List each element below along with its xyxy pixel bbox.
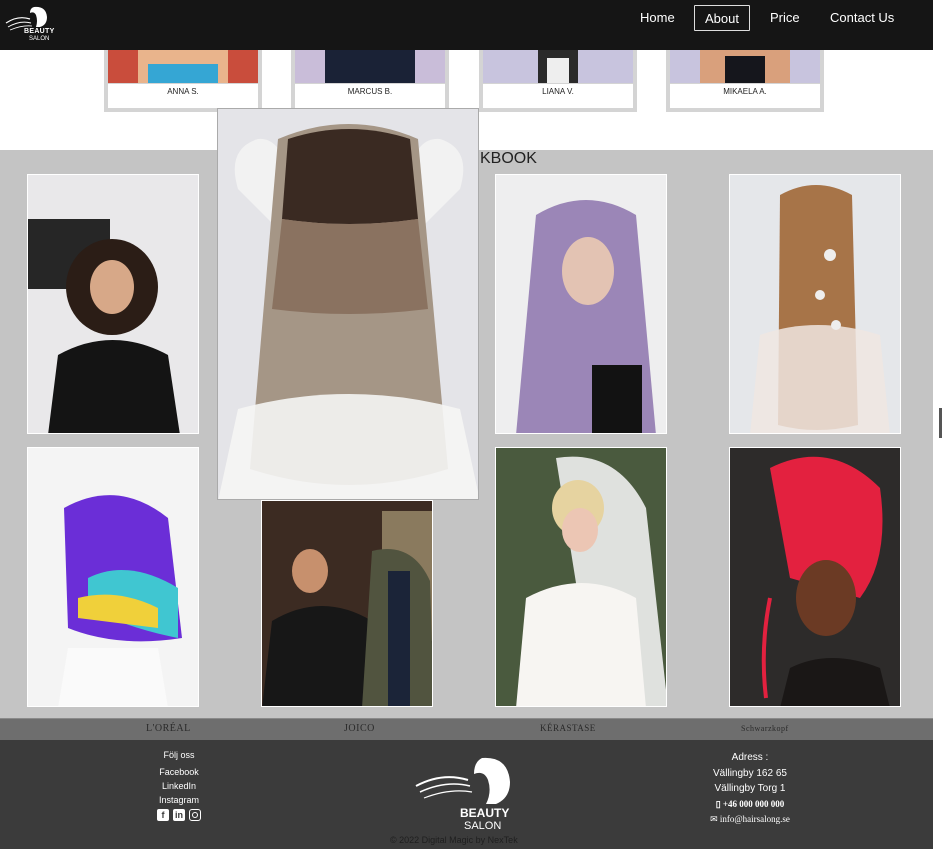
gallery-image-curly-hair[interactable] bbox=[27, 174, 199, 434]
gallery-image-lavender-hair[interactable] bbox=[495, 174, 667, 434]
lookbook-title: KBOOK bbox=[480, 150, 537, 167]
team-card[interactable]: MARCUS B. bbox=[291, 50, 449, 112]
brand-loreal: L'ORÉAL bbox=[146, 723, 191, 734]
brand-schwarzkopf: Schwarzkopf bbox=[741, 724, 789, 733]
gallery-image-barber[interactable] bbox=[261, 500, 433, 707]
team-member-name: MIKAELA A. bbox=[670, 84, 820, 108]
mail-icon: ✉ bbox=[710, 814, 718, 824]
team-member-name: LIANA V. bbox=[483, 84, 633, 108]
social-icons: f in bbox=[129, 809, 229, 821]
team-card[interactable]: LIANA V. bbox=[479, 50, 637, 112]
phone-number: +46 000 000 000 bbox=[722, 799, 785, 809]
team-photo bbox=[295, 50, 445, 83]
salon-logo[interactable]: BEAUTY SALON bbox=[4, 3, 55, 43]
team-card[interactable]: ANNA S. bbox=[104, 50, 262, 112]
gallery-image-rainbow-hair[interactable] bbox=[27, 447, 199, 707]
phone-icon: ▯ bbox=[715, 799, 721, 809]
social-link-linkedin[interactable]: LinkedIn bbox=[129, 779, 229, 793]
gallery-image-bride[interactable] bbox=[495, 447, 667, 707]
logo-text-salon: SALON bbox=[29, 36, 50, 42]
address-title: Adress : bbox=[731, 752, 769, 763]
nav-contact-us[interactable]: Contact Us bbox=[820, 5, 904, 31]
brand-logos-strip: L'ORÉAL JOICO KÉRASTASE Schwarzkopf bbox=[0, 718, 933, 741]
logo-text-beauty: BEAUTY bbox=[24, 28, 55, 35]
address-line1: Vällingby 162 65 bbox=[713, 768, 787, 779]
team-photo bbox=[670, 50, 820, 83]
scrollbar-thumb[interactable] bbox=[939, 408, 942, 438]
gallery-image-bridal-updo[interactable] bbox=[729, 174, 901, 434]
team-photo bbox=[483, 50, 633, 83]
address-line2: Vällingby Torg 1 bbox=[714, 783, 786, 794]
nav-about[interactable]: About bbox=[694, 5, 750, 31]
footer-logo-beauty: BEAUTY bbox=[460, 806, 510, 820]
brand-kerastase: KÉRASTASE bbox=[540, 723, 596, 733]
gallery-image-red-braids[interactable] bbox=[729, 447, 901, 707]
nav-price[interactable]: Price bbox=[760, 5, 810, 31]
brand-joico: JOICO bbox=[344, 723, 375, 734]
social-link-facebook[interactable]: Facebook bbox=[129, 765, 229, 779]
facebook-icon[interactable]: f bbox=[157, 809, 169, 821]
instagram-icon[interactable] bbox=[189, 809, 201, 821]
social-link-instagram[interactable]: Instagram bbox=[129, 793, 229, 807]
nav-home[interactable]: Home bbox=[630, 5, 685, 31]
email-address: info@hairsalong.se bbox=[719, 814, 790, 824]
team-card[interactable]: MIKAELA A. bbox=[666, 50, 824, 112]
top-navigation: BEAUTY SALON Home About Price Contact Us bbox=[0, 0, 933, 50]
lookbook-popup-ombre-hair[interactable] bbox=[217, 108, 479, 500]
team-photo bbox=[108, 50, 258, 83]
copyright-text: © 2022 Digital Magic by NexTek bbox=[390, 835, 518, 845]
footer-logo[interactable]: BEAUTY SALON bbox=[412, 752, 516, 834]
logo-silhouette-icon bbox=[415, 757, 510, 804]
site-footer: Följ oss Facebook LinkedIn Instagram f i… bbox=[0, 740, 933, 849]
footer-social: Följ oss Facebook LinkedIn Instagram f i… bbox=[129, 748, 229, 821]
footer-address: Adress : Vällingby 162 65 Vällingby Torg… bbox=[680, 750, 820, 826]
team-member-name: MARCUS B. bbox=[295, 84, 445, 108]
team-member-name: ANNA S. bbox=[108, 84, 258, 108]
social-title: Följ oss bbox=[163, 750, 195, 760]
phone-row[interactable]: ▯ +46 000 000 000 bbox=[680, 796, 820, 812]
footer-logo-salon: SALON bbox=[464, 820, 502, 832]
email-row[interactable]: ✉ info@hairsalong.se bbox=[680, 812, 820, 826]
linkedin-icon[interactable]: in bbox=[173, 809, 185, 821]
